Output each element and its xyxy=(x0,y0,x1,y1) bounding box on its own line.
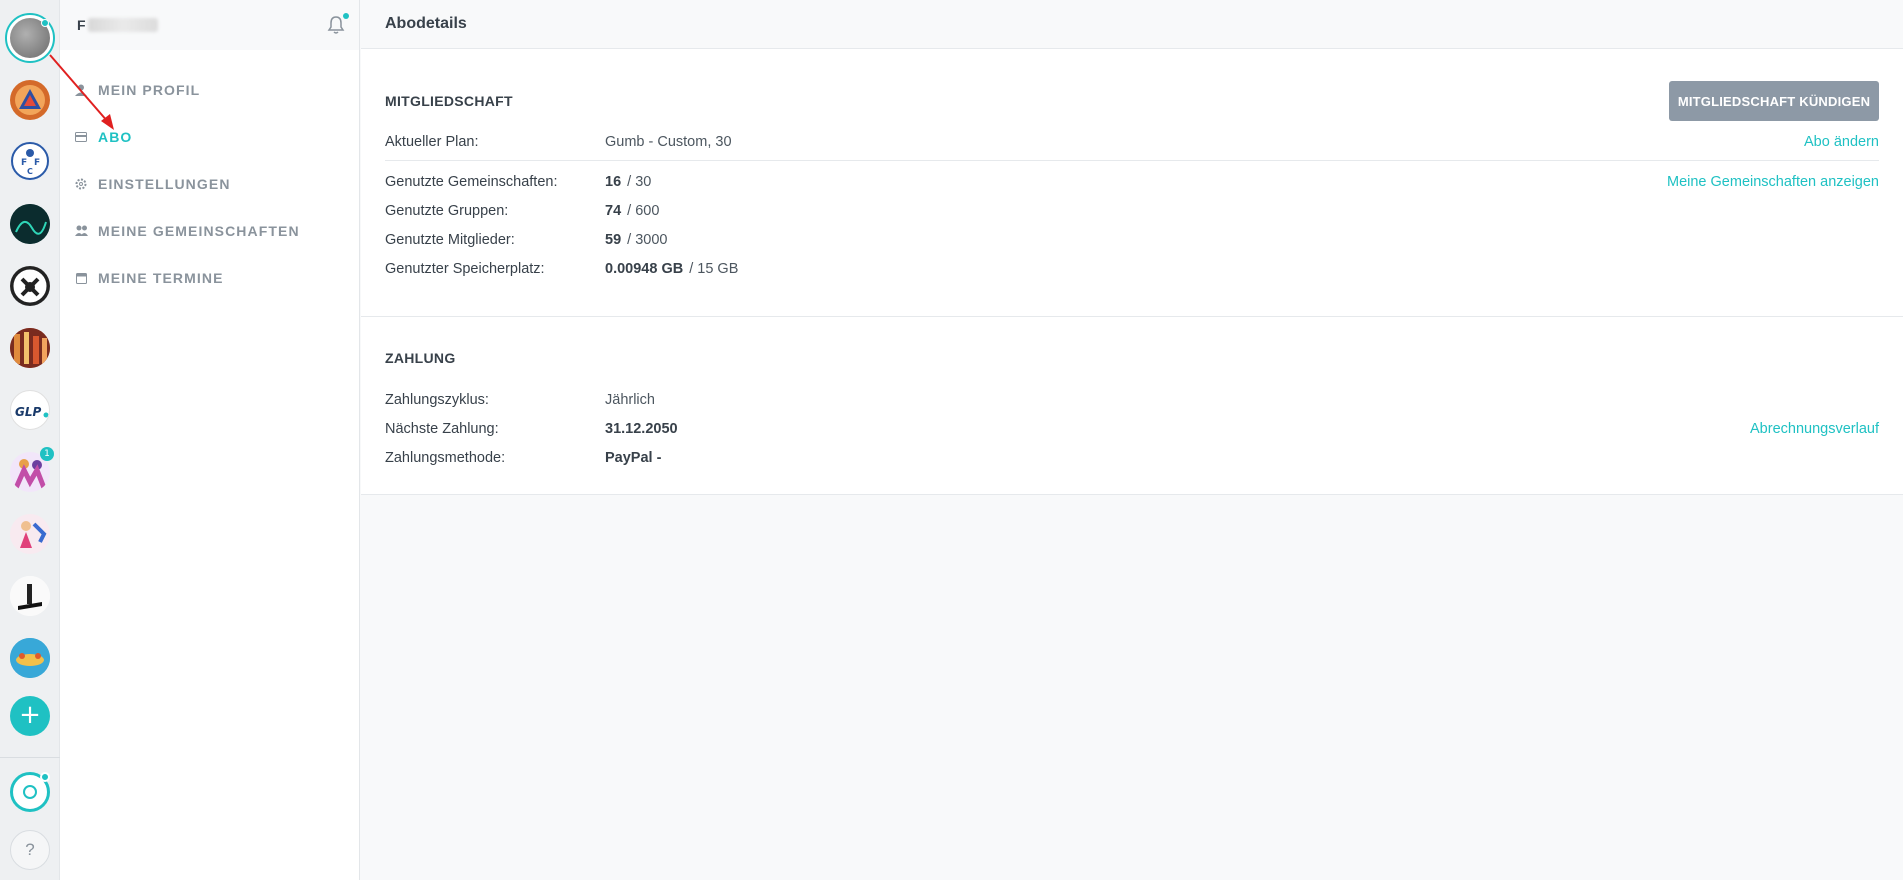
cancel-membership-button[interactable]: MITGLIEDSCHAFT KÜNDIGEN xyxy=(1669,81,1879,121)
members-total: / 3000 xyxy=(627,231,668,248)
community-avatar[interactable] xyxy=(10,80,50,120)
show-communities-link[interactable]: Meine Gemeinschaften anzeigen xyxy=(1667,174,1879,190)
notification-badge: 1 xyxy=(40,447,54,461)
calendar-icon xyxy=(74,271,88,285)
communities-used: 16 xyxy=(605,173,622,190)
billing-history-link[interactable]: Abrechnungsverlauf xyxy=(1750,421,1879,437)
main-content: Abodetails MITGLIEDSCHAFT MITGLIEDSCHAFT… xyxy=(361,0,1903,880)
storage-total: / 15 GB xyxy=(689,260,739,277)
glp-logo-text: GLP xyxy=(15,405,41,419)
next-payment-label: Nächste Zahlung: xyxy=(385,420,499,437)
svg-text:F: F xyxy=(34,158,40,168)
members-used: 59 xyxy=(605,231,622,248)
menu-header: F xyxy=(60,0,359,50)
method-value: PayPal - xyxy=(605,449,662,466)
communities-row: Genutzte Gemeinschaften: 16 / 30 Meine Ge… xyxy=(385,167,1879,196)
community-avatar[interactable] xyxy=(10,204,50,244)
menu-item-label: ABO xyxy=(98,128,133,145)
community-avatar[interactable] xyxy=(10,514,50,554)
payment-section: ZAHLUNG Zahlungszyklus: Jährlich Nächste… xyxy=(361,317,1903,495)
page-title: Abodetails xyxy=(361,0,1903,49)
menu-item-communities[interactable]: MEINE GEMEINSCHAFTEN xyxy=(60,207,359,254)
members-row: Genutzte Mitglieder: 59 / 3000 xyxy=(385,225,1879,254)
members-label: Genutzte Mitglieder: xyxy=(385,231,515,248)
community-avatar[interactable] xyxy=(10,576,50,616)
community-avatar[interactable] xyxy=(10,638,50,678)
membership-divider xyxy=(385,160,1879,161)
menu-item-label: MEINE TERMINE xyxy=(98,269,224,286)
method-row: Zahlungsmethode: PayPal - xyxy=(385,443,1879,472)
menu-item-label: EINSTELLUNGEN xyxy=(98,175,231,192)
membership-title: MITGLIEDSCHAFT xyxy=(385,93,513,109)
plan-row: Aktueller Plan: Gumb - Custom, 30 Abo än… xyxy=(385,127,1879,156)
community-avatar[interactable]: GLP xyxy=(10,390,50,430)
plan-label: Aktueller Plan: xyxy=(385,133,479,150)
cycle-value: Jährlich xyxy=(605,391,655,408)
menu-item-profile[interactable]: MEIN PROFIL xyxy=(60,66,359,113)
users-icon xyxy=(74,224,88,238)
help-button[interactable]: ? xyxy=(10,830,50,870)
plan-value: Gumb - Custom, 30 xyxy=(605,133,732,150)
cycle-row: Zahlungszyklus: Jährlich xyxy=(385,385,1879,414)
community-avatar[interactable] xyxy=(10,328,50,368)
community-avatar[interactable] xyxy=(10,266,50,306)
cycle-label: Zahlungszyklus: xyxy=(385,391,489,408)
menu-item-label: MEIN PROFIL xyxy=(98,81,201,98)
card-icon xyxy=(74,130,88,144)
storage-used: 0.00948 GB xyxy=(605,260,684,277)
membership-section: MITGLIEDSCHAFT MITGLIEDSCHAFT KÜNDIGEN A… xyxy=(361,49,1903,317)
menu-item-settings[interactable]: EINSTELLUNGEN xyxy=(60,160,359,207)
gear-icon xyxy=(74,177,88,191)
rail-divider xyxy=(0,757,60,758)
menu-list: MEIN PROFIL ABO EINSTELLUNGEN MEINE GEME… xyxy=(60,50,359,301)
online-status-dot xyxy=(41,19,49,27)
svg-text:C: C xyxy=(27,167,33,176)
change-plan-link[interactable]: Abo ändern xyxy=(1804,134,1879,150)
menu-item-label: MEINE GEMEINSCHAFTEN xyxy=(98,222,300,239)
method-label: Zahlungsmethode: xyxy=(385,449,506,466)
communities-total: / 30 xyxy=(627,173,652,190)
menu-item-abo[interactable]: ABO xyxy=(60,113,359,160)
storage-label: Genutzter Speicherplatz: xyxy=(385,260,545,277)
community-rail: FFC GLP 1 + ? xyxy=(0,0,60,880)
bell-icon[interactable] xyxy=(327,13,349,35)
user-name: F xyxy=(77,17,158,33)
groups-total: / 600 xyxy=(627,202,660,219)
user-name-initial: F xyxy=(77,17,86,33)
storage-row: Genutzter Speicherplatz: 0.00948 GB / 15 … xyxy=(385,254,1879,283)
account-menu: F MEIN PROFIL ABO EINSTELLUNGEN MEINE GE… xyxy=(60,0,360,880)
add-community-button[interactable]: + xyxy=(10,696,50,736)
notification-dot xyxy=(343,13,349,19)
next-payment-value: 31.12.2050 xyxy=(605,420,678,437)
groups-label: Genutzte Gruppen: xyxy=(385,202,509,219)
next-payment-row: Nächste Zahlung: 31.12.2050 Abrechnungsv… xyxy=(385,414,1879,443)
groups-used: 74 xyxy=(605,202,622,219)
discover-icon[interactable] xyxy=(10,772,50,812)
groups-row: Genutzte Gruppen: 74 / 600 xyxy=(385,196,1879,225)
communities-label: Genutzte Gemeinschaften: xyxy=(385,173,558,190)
menu-item-events[interactable]: MEINE TERMINE xyxy=(60,254,359,301)
payment-title: ZAHLUNG xyxy=(385,350,456,366)
community-avatar[interactable]: FFC xyxy=(10,141,50,181)
user-icon xyxy=(74,83,88,97)
user-name-redacted xyxy=(87,18,158,32)
